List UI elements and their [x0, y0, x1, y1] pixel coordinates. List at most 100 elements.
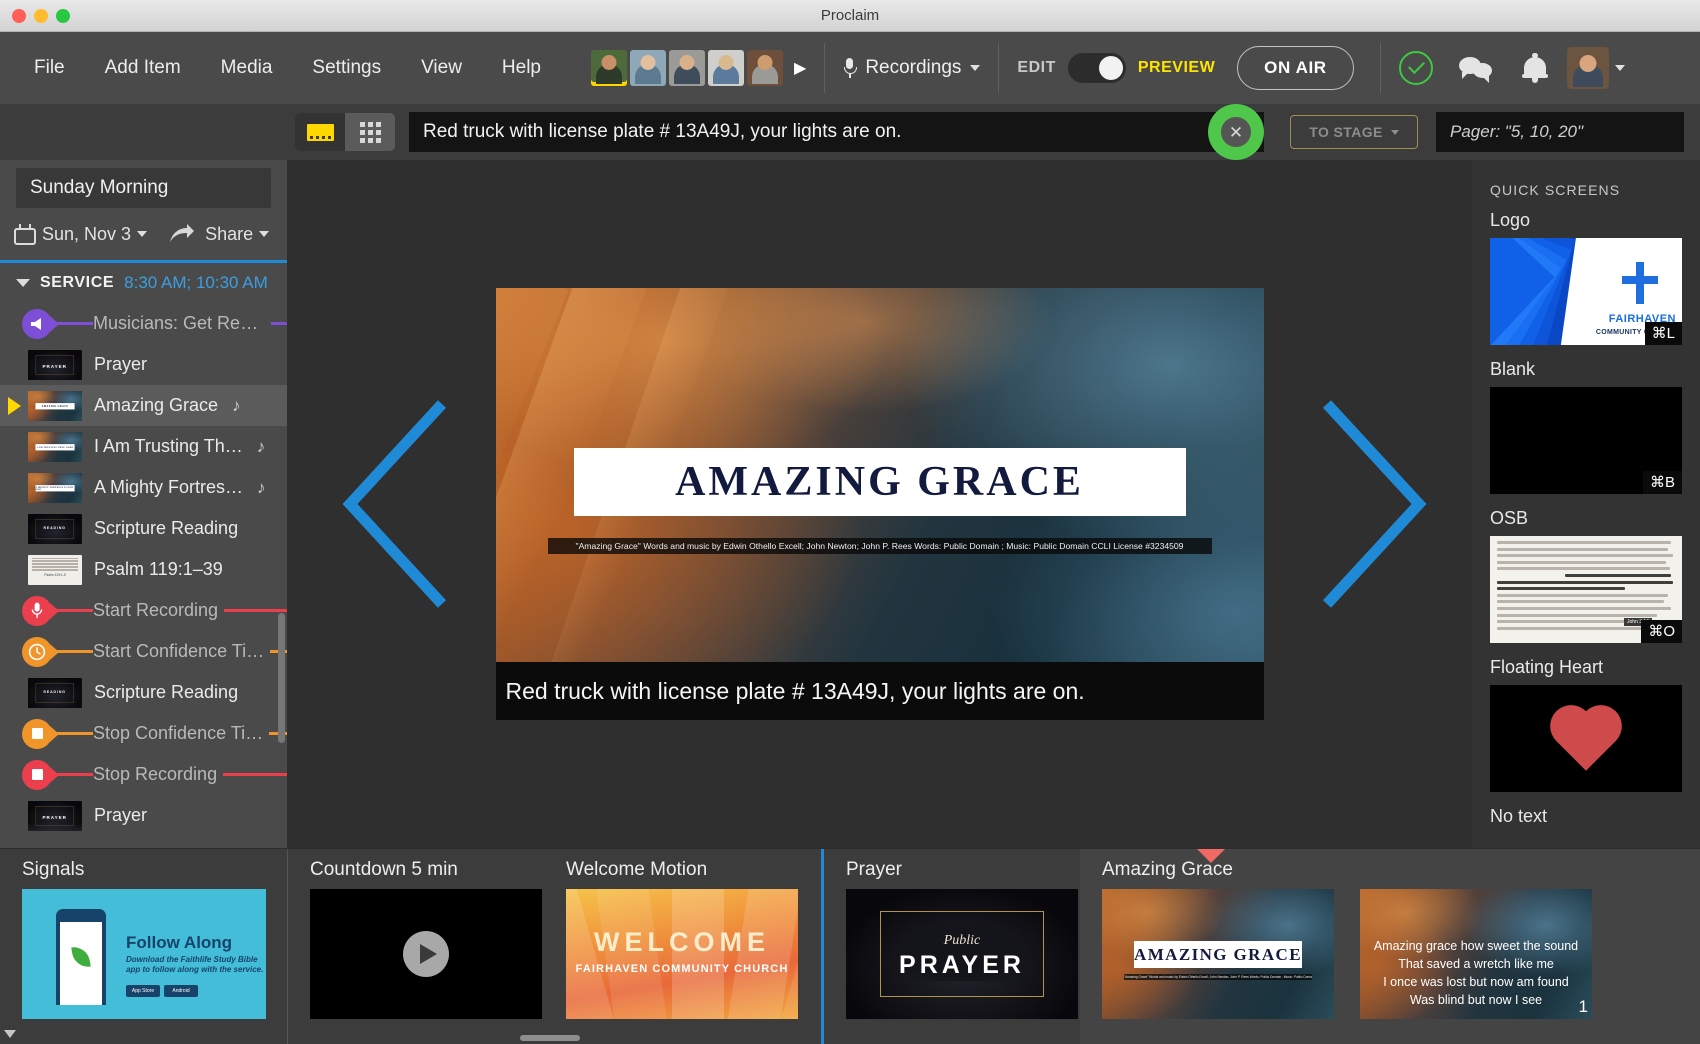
service-section-header[interactable]: SERVICE 8:30 AM; 10:30 AM	[0, 263, 287, 303]
quick-screen-osb[interactable]: John 3:16 ⌘O	[1490, 536, 1682, 643]
clear-message-button[interactable]: ✕	[1221, 117, 1251, 147]
quick-screen-label-no-text: No text	[1490, 806, 1548, 826]
service-item-scripture-reading-2[interactable]: READING Scripture Reading	[0, 672, 287, 713]
filmstrip-slide-grace-title[interactable]: AMAZING GRACE "Amazing Grace" Words and …	[1102, 889, 1334, 1019]
item-thumbnail: READING	[28, 513, 82, 544]
menu-media[interactable]: Media	[201, 49, 293, 87]
service-item-prayer[interactable]: PRAYER Prayer	[0, 344, 287, 385]
chat-bubbles-icon[interactable]	[1458, 55, 1495, 83]
service-name-field[interactable]: Sunday Morning	[16, 168, 271, 208]
menu-settings[interactable]: Settings	[292, 49, 401, 87]
quick-screen-label-logo: Logo	[1490, 210, 1531, 230]
group-title: Signals	[22, 859, 85, 880]
filmstrip-slide-grace-verse-1[interactable]: Amazing grace how sweet the sound That s…	[1360, 889, 1592, 1019]
menu-add-item[interactable]: Add Item	[85, 49, 201, 87]
service-item-amazing-grace[interactable]: AMAZING GRACE Amazing Grace ♪	[0, 385, 287, 426]
service-item-prayer-2[interactable]: PRAYER Prayer	[0, 795, 287, 836]
avatar[interactable]	[708, 50, 744, 86]
share-icon[interactable]	[169, 224, 195, 244]
welcome-motion-graphic: WELCOME FAIRHAVEN COMMUNITY CHURCH	[566, 889, 798, 1019]
prayer-slide-graphic: Public PRAYER	[846, 889, 1078, 1019]
quick-screen-logo[interactable]: FAIRHAVEN COMMUNITY CHURCH ⌘L	[1490, 238, 1682, 345]
next-slide-button[interactable]	[1322, 399, 1427, 609]
view-mode-slide-button[interactable]	[295, 113, 345, 151]
chevron-down-icon	[970, 65, 981, 71]
service-cue-musicians[interactable]: Musicians: Get Ready!	[0, 303, 287, 344]
recordings-dropdown[interactable]: Recordings	[843, 57, 981, 79]
filmstrip-group-prayer: Prayer Public PRAYER	[824, 849, 1080, 1044]
service-cue-stop-recording[interactable]: Stop Recording	[0, 754, 287, 795]
service-cue-start-confidence-timer[interactable]: Start Confidence Ti…	[0, 631, 287, 672]
edit-preview-switch[interactable]	[1067, 53, 1126, 83]
quick-screen-blank[interactable]: ⌘B	[1490, 387, 1682, 494]
slide-view-icon	[306, 123, 334, 141]
share-label[interactable]: Share	[205, 224, 253, 245]
sidebar-scrollbar[interactable]	[278, 613, 285, 743]
now-playing-icon	[8, 396, 21, 415]
on-air-button[interactable]: ON AIR	[1237, 46, 1354, 90]
microphone-icon	[843, 58, 858, 78]
slide-preview[interactable]: AMAZING GRACE "Amazing Grace" Words and …	[495, 288, 1264, 720]
app-store-badge: App Store	[126, 985, 160, 997]
service-item-i-am-trusting[interactable]: I AM TRUSTING THEE LORD I Am Trusting Th…	[0, 426, 287, 467]
proclaim-window: Proclaim File Add Item Media Settings Vi…	[0, 0, 1700, 1044]
avatar[interactable]	[669, 50, 705, 86]
slide-filmstrip: Signals Follow Along Download the Faithl…	[0, 848, 1700, 1044]
recordings-label: Recordings	[865, 57, 962, 78]
menu-file[interactable]: File	[14, 49, 85, 87]
chevron-down-icon[interactable]	[259, 231, 270, 237]
pager-field[interactable]: Pager: "5, 10, 20"	[1436, 112, 1684, 152]
message-input[interactable]: Red truck with license plate # 13A49J, y…	[409, 104, 1264, 160]
group-title: Countdown 5 min	[310, 859, 458, 880]
service-meta-row: Sun, Nov 3 Share	[0, 208, 287, 260]
avatar[interactable]	[747, 50, 783, 86]
service-item-psalm[interactable]: Psalm 119:1-5 Psalm 119:1–39	[0, 549, 287, 590]
clock-icon	[22, 636, 59, 667]
shortcut-badge: ⌘L	[1644, 322, 1682, 345]
chevron-down-icon[interactable]	[1614, 65, 1625, 71]
megaphone-icon	[22, 308, 59, 339]
more-avatars-icon[interactable]: ▶	[794, 58, 806, 78]
menu-view[interactable]: View	[401, 49, 482, 87]
previous-slide-button[interactable]	[342, 399, 447, 609]
service-cue-start-recording[interactable]: Start Recording	[0, 590, 287, 631]
grace-title-text: AMAZING GRACE	[1134, 944, 1302, 964]
user-avatar[interactable]	[1566, 47, 1609, 89]
window-title: Proclaim	[820, 7, 880, 24]
shortcut-badge: ⌘O	[1641, 620, 1682, 643]
avatar[interactable]	[591, 50, 627, 86]
welcome-line2: FAIRHAVEN COMMUNITY CHURCH	[575, 963, 789, 975]
filmstrip-horizontal-scrollbar[interactable]	[0, 1032, 1700, 1044]
slide-copyright-text: "Amazing Grace" Words and music by Edwin…	[547, 538, 1212, 554]
filmstrip-slide-welcome[interactable]: WELCOME FAIRHAVEN COMMUNITY CHURCH	[566, 889, 798, 1019]
service-item-a-mighty-fortress[interactable]: A MIGHTY FORTRESS IS OUR GOD A Mighty Fo…	[0, 467, 287, 508]
to-stage-dropdown[interactable]: TO STAGE	[1290, 115, 1418, 149]
group-title: Prayer	[846, 859, 902, 880]
slide-title-text: AMAZING GRACE	[675, 459, 1084, 505]
view-mode-grid-button[interactable]	[345, 113, 395, 151]
slide-caption-bar: Red truck with license plate # 13A49J, y…	[495, 662, 1264, 720]
chevron-down-icon[interactable]	[137, 231, 148, 237]
filmstrip-slide-signals[interactable]: Follow Along Download the Faithlife Stud…	[22, 889, 266, 1019]
check-circle-icon[interactable]	[1398, 51, 1433, 85]
switch-knob	[1098, 56, 1123, 80]
item-thumbnail: PRAYER	[28, 800, 82, 831]
quick-screen-floating-heart[interactable]	[1490, 685, 1682, 792]
menu-help[interactable]: Help	[482, 49, 561, 87]
cue-label: Start Confidence Ti…	[93, 641, 271, 662]
item-label: A Mighty Fortres…	[94, 477, 244, 497]
stop-icon	[22, 759, 59, 790]
filmstrip-slide-prayer[interactable]: Public PRAYER	[846, 889, 1078, 1019]
service-date-label[interactable]: Sun, Nov 3	[42, 224, 131, 245]
service-sidebar: Sunday Morning Sun, Nov 3 Share SERVICE …	[0, 160, 287, 848]
avatar[interactable]	[630, 50, 666, 86]
bell-icon[interactable]	[1521, 53, 1549, 83]
cue-label: Musicians: Get Ready!	[93, 313, 271, 334]
service-item-scripture-reading[interactable]: READING Scripture Reading	[0, 508, 287, 549]
group-title: Amazing Grace	[1102, 859, 1233, 880]
filmstrip-slide-countdown[interactable]	[310, 889, 542, 1019]
chevron-down-icon[interactable]	[16, 279, 30, 287]
toolbar-divider	[1379, 43, 1381, 93]
service-cue-stop-confidence-timer[interactable]: Stop Confidence Ti…	[0, 713, 287, 754]
sidebar-scroll-down-button[interactable]	[0, 848, 20, 1044]
